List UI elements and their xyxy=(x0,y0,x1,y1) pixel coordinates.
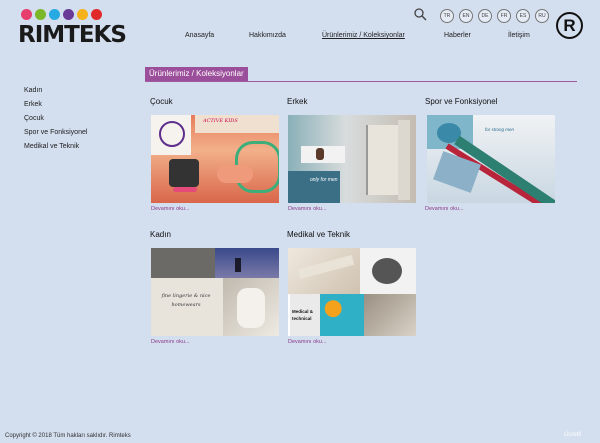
logo-dot xyxy=(77,9,88,20)
nav-home[interactable]: Anasayfa xyxy=(185,32,214,39)
nav-about[interactable]: Hakkımızda xyxy=(249,32,286,39)
lang-es[interactable]: ES xyxy=(516,9,530,23)
logo-dot xyxy=(91,9,102,20)
logo-dot xyxy=(35,9,46,20)
lang-fr[interactable]: FR xyxy=(497,9,511,23)
section-title: Ürünlerimiz / Koleksiyonlar xyxy=(145,67,248,81)
language-switcher: TR EN DE FR ES RU xyxy=(440,9,549,23)
sidebar-item-spor[interactable]: Spor ve Fonksiyonel xyxy=(24,129,87,136)
card-title[interactable]: Spor ve Fonksiyonel xyxy=(425,97,497,106)
thumb-caption: ACTIVE KIDS xyxy=(203,118,238,124)
lang-de[interactable]: DE xyxy=(478,9,492,23)
footer-copyright: Copyright © 2018 Tüm hakları saklıdır. R… xyxy=(5,433,131,439)
section-header: Ürünlerimiz / Koleksiyonlar xyxy=(145,67,577,82)
registered-mark-icon: R xyxy=(556,12,583,39)
card-image-erkek[interactable]: only for men xyxy=(288,115,416,203)
thumb-caption: only for men xyxy=(310,177,338,183)
card-image-medikal[interactable]: Medical & technical xyxy=(288,248,416,336)
read-more-link[interactable]: Devamını oku... xyxy=(151,339,190,345)
read-more-link[interactable]: Devamını oku... xyxy=(288,206,327,212)
read-more-link[interactable]: Devamını oku... xyxy=(425,206,464,212)
sidebar-item-kadin[interactable]: Kadın xyxy=(24,87,42,94)
card-image-spor[interactable]: for strong men xyxy=(427,115,555,203)
logo-dot xyxy=(49,9,60,20)
lang-tr[interactable]: TR xyxy=(440,9,454,23)
lang-en[interactable]: EN xyxy=(459,9,473,23)
nav-products[interactable]: Ürünlerimiz / Koleksiyonlar xyxy=(322,32,405,39)
thumb-caption: Medical & technical xyxy=(292,309,314,321)
nav-news[interactable]: Haberler xyxy=(444,32,471,39)
nav-contact[interactable]: İletişim xyxy=(508,32,530,39)
lang-ru[interactable]: RU xyxy=(535,9,549,23)
sidebar-item-medikal[interactable]: Medikal ve Teknik xyxy=(24,143,79,150)
logo-dot xyxy=(63,9,74,20)
card-title[interactable]: Medikal ve Teknik xyxy=(287,230,350,239)
read-more-link[interactable]: Devamını oku... xyxy=(151,206,190,212)
card-image-cocuk[interactable]: ACTIVE KIDS xyxy=(151,115,279,203)
logo-dot xyxy=(21,9,32,20)
card-title[interactable]: Erkek xyxy=(287,97,307,106)
thumb-caption: for strong men xyxy=(485,127,515,132)
search-icon[interactable] xyxy=(413,7,427,21)
card-title[interactable]: Çocuk xyxy=(150,97,173,106)
thumb-caption: fine lingerie & nice homewears xyxy=(161,293,211,308)
logo[interactable]: RIMTEKS xyxy=(18,22,127,48)
sidebar-item-cocuk[interactable]: Çocuk xyxy=(24,115,44,122)
watermark: Ücretli xyxy=(564,432,582,438)
read-more-link[interactable]: Devamını oku... xyxy=(288,339,327,345)
logo-dots xyxy=(21,9,102,20)
card-title[interactable]: Kadın xyxy=(150,230,171,239)
sidebar-item-erkek[interactable]: Erkek xyxy=(24,101,42,108)
card-image-kadin[interactable]: fine lingerie & nice homewears xyxy=(151,248,279,336)
